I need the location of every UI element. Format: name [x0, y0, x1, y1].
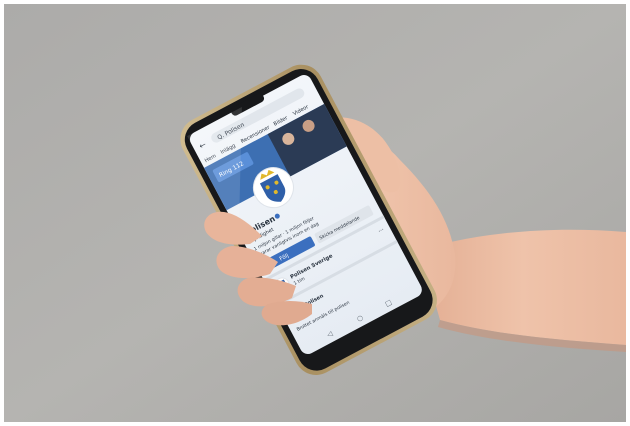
photo-scene: ← Q. Polisen Hem Inlägg Recensioner Bild… — [0, 0, 630, 426]
photo-frame: ← Q. Polisen Hem Inlägg Recensioner Bild… — [0, 0, 630, 426]
